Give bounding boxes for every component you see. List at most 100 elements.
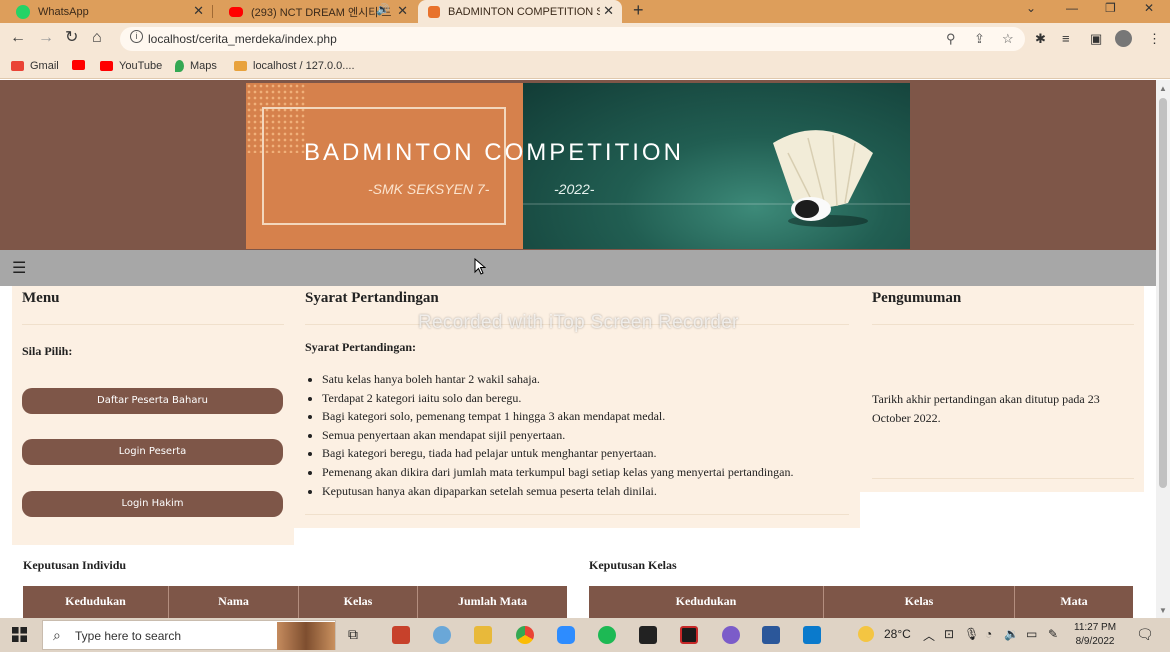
- column-header[interactable]: Nama: [169, 586, 299, 618]
- scroll-down-icon[interactable]: ▼: [1159, 606, 1167, 615]
- share-icon[interactable]: ⇪: [974, 31, 985, 47]
- weather-temperature[interactable]: 28°C: [884, 627, 911, 641]
- banner-year: -2022-: [554, 181, 595, 197]
- column-header[interactable]: Kelas: [824, 586, 1015, 618]
- home-icon[interactable]: ⌂: [92, 29, 102, 47]
- reload-icon[interactable]: ↻: [65, 29, 78, 47]
- bookmark-youtube[interactable]: YouTube: [100, 60, 162, 72]
- whatsapp-icon: [16, 4, 30, 19]
- scrollbar-thumb[interactable]: [1159, 98, 1167, 488]
- forward-icon[interactable]: →: [38, 29, 54, 47]
- bookmark-maps[interactable]: Maps: [175, 60, 217, 72]
- windows-start-icon[interactable]: [12, 627, 27, 642]
- network-device-icon[interactable]: ⊡: [944, 627, 954, 641]
- announcement-heading: Pengumuman: [872, 290, 962, 306]
- browser-tab-bar: WhatsApp ✕ (293) NCT DREAM 엔시티 드 🔊 ✕ BAD…: [0, 0, 1170, 23]
- back-icon[interactable]: ←: [10, 29, 26, 47]
- zoom-app-icon[interactable]: [557, 626, 575, 644]
- volume-icon[interactable]: 🔉: [1004, 627, 1019, 641]
- capcut-icon[interactable]: [680, 626, 698, 644]
- list-item: Pemenang akan dikira dari jumlah mata te…: [322, 463, 794, 482]
- app-icon-2[interactable]: [433, 626, 451, 644]
- class-results-header: Kedudukan Kelas Mata: [589, 586, 1133, 618]
- page-viewport: BADMINTON COMPETITION -SMK SEKSYEN 7- -2…: [0, 80, 1156, 618]
- word-icon[interactable]: [762, 626, 780, 644]
- chevron-up-icon[interactable]: ︿: [923, 627, 935, 644]
- hamburger-menu-icon[interactable]: ☰: [12, 258, 26, 278]
- site-favicon-icon: [428, 5, 440, 18]
- judge-login-button[interactable]: Login Hakim: [22, 491, 283, 517]
- url-text: localhost/cerita_merdeka/index.php: [148, 32, 337, 46]
- weather-icon[interactable]: [858, 626, 874, 642]
- new-tab-icon[interactable]: +: [633, 0, 644, 20]
- phpmyadmin-icon: [234, 61, 247, 71]
- chrome-icon[interactable]: [516, 626, 534, 644]
- participant-login-button[interactable]: Login Peserta: [22, 439, 283, 465]
- task-view-icon[interactable]: ⧉: [348, 626, 358, 643]
- profile-avatar[interactable]: [1115, 30, 1132, 47]
- more-menu-icon[interactable]: ⋮: [1148, 31, 1161, 47]
- column-header[interactable]: Kedudukan: [23, 586, 169, 618]
- tab-title: WhatsApp: [38, 5, 89, 18]
- page-scrollbar[interactable]: ▲ ▼: [1156, 80, 1170, 618]
- extensions-icon[interactable]: ✱: [1035, 31, 1046, 47]
- info-icon[interactable]: i: [130, 30, 143, 43]
- minimize-icon[interactable]: —: [1066, 1, 1078, 15]
- app-icon-1[interactable]: [392, 626, 410, 644]
- list-item: Bagi kategori beregu, tiada had pelajar …: [322, 444, 794, 463]
- register-participant-button[interactable]: Daftar Peserta Baharu: [22, 388, 283, 414]
- recorder-app-icon[interactable]: [639, 626, 657, 644]
- pen-icon[interactable]: ✎: [1048, 627, 1058, 641]
- address-bar-row: ← → ↻ ⌂ i localhost/cerita_merdeka/index…: [0, 23, 1170, 55]
- divider: [872, 324, 1134, 325]
- column-header[interactable]: Kelas: [299, 586, 418, 618]
- window-close-icon[interactable]: ✕: [1144, 1, 1154, 15]
- divider: [872, 478, 1134, 479]
- spotify-icon[interactable]: [598, 626, 616, 644]
- bookmark-gmail[interactable]: Gmail: [11, 60, 59, 72]
- bookmark-youtube-icon-only[interactable]: [72, 60, 91, 70]
- microphone-icon[interactable]: 🎙: [964, 627, 979, 641]
- bookmark-label: Maps: [190, 60, 217, 72]
- notification-icon[interactable]: 🗨: [1136, 626, 1154, 643]
- vscode-icon[interactable]: [803, 626, 821, 644]
- bookmark-star-icon[interactable]: ☆: [1002, 31, 1014, 47]
- wifi-icon[interactable]: ◔: [985, 627, 992, 641]
- close-icon[interactable]: ✕: [603, 3, 614, 19]
- list-item: Bagi kategori solo, pemenang tempat 1 hi…: [322, 407, 794, 426]
- battery-icon[interactable]: ▭: [1026, 627, 1037, 641]
- youtube-icon: [72, 60, 85, 70]
- list-item: Terdapat 2 kategori iaitu solo dan bereg…: [322, 389, 794, 408]
- competition-banner: BADMINTON COMPETITION -SMK SEKSYEN 7- -2…: [246, 83, 910, 249]
- zoom-icon[interactable]: ⚲: [946, 31, 956, 47]
- column-header[interactable]: Jumlah Mata: [418, 586, 567, 618]
- system-clock[interactable]: 11:27 PM 8/9/2022: [1074, 621, 1116, 649]
- tab-badminton[interactable]: BADMINTON COMPETITION SMK ✕: [418, 0, 622, 23]
- side-panel-icon[interactable]: ▣: [1090, 31, 1102, 47]
- gmail-icon: [11, 61, 24, 71]
- app-icon-3[interactable]: [722, 626, 740, 644]
- column-header[interactable]: Kedudukan: [589, 586, 824, 618]
- youtube-icon: [100, 61, 113, 71]
- individual-results-header: Kedudukan Nama Kelas Jumlah Mata: [23, 586, 567, 618]
- restore-icon[interactable]: ❐: [1105, 1, 1116, 15]
- file-explorer-icon[interactable]: [474, 626, 492, 644]
- mouse-cursor-icon: [474, 258, 486, 275]
- address-input[interactable]: i localhost/cerita_merdeka/index.php ⚲ ⇪…: [120, 27, 1025, 51]
- scroll-up-icon[interactable]: ▲: [1159, 84, 1167, 93]
- close-icon[interactable]: ✕: [193, 3, 204, 19]
- media-icon[interactable]: ≡: [1062, 31, 1070, 46]
- chevron-down-icon[interactable]: ⌄: [1026, 1, 1036, 15]
- tab-youtube[interactable]: (293) NCT DREAM 엔시티 드 🔊 ✕: [213, 0, 416, 23]
- close-icon[interactable]: ✕: [397, 3, 408, 19]
- bookmark-label: Gmail: [30, 60, 59, 72]
- bookmark-localhost[interactable]: localhost / 127.0.0....: [234, 60, 355, 72]
- column-header[interactable]: Mata: [1015, 586, 1133, 618]
- tab-whatsapp[interactable]: WhatsApp ✕: [0, 0, 212, 23]
- taskbar-search-input[interactable]: ⌕ Type here to search: [42, 620, 336, 650]
- tab-title: (293) NCT DREAM 엔시티 드: [251, 6, 391, 19]
- search-highlight-image[interactable]: [277, 622, 335, 650]
- search-icon: ⌕: [53, 627, 61, 643]
- menu-heading: Menu: [22, 290, 60, 306]
- speaker-icon[interactable]: 🔊: [376, 3, 390, 16]
